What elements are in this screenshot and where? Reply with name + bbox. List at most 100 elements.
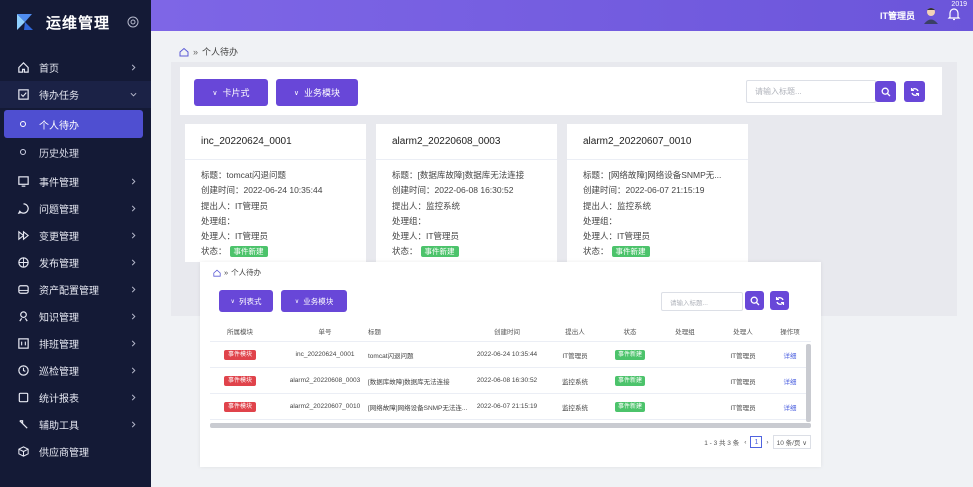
sidebar-item-label: 资产配置管理: [39, 286, 99, 297]
sidebar-item-knowledge[interactable]: 知识管理: [0, 303, 151, 330]
page-size-select[interactable]: 10 条/页 ∨: [772, 435, 811, 449]
sidebar-item-tools[interactable]: 辅助工具: [0, 411, 151, 438]
refresh-button[interactable]: [904, 81, 925, 102]
chevron-down-icon: ∨: [294, 298, 300, 305]
col-header: 处理人: [733, 328, 753, 336]
title-cell: tomcat闪退问题: [368, 352, 414, 360]
no-cell: alarm2_20220607_0010: [289, 403, 361, 410]
sidebar-item-label: 问题管理: [39, 205, 79, 216]
chevron-down-icon: ∨: [293, 89, 300, 97]
wrench-icon: [19, 420, 28, 429]
detail-link[interactable]: 详细: [775, 350, 805, 360]
sidebar-item-label: 供应商管理: [39, 448, 89, 459]
created-cell: 2022-06-07 21:15:19: [476, 403, 538, 410]
box-icon: [18, 446, 29, 457]
chevron-right-icon: [131, 205, 136, 212]
horizontal-scrollbar[interactable]: [210, 423, 811, 428]
status-badge: 事件新建: [229, 246, 268, 258]
status-badge: 事件新建: [614, 375, 645, 386]
todo-card[interactable]: inc_20220624_0001 标题：tomcat闪退问题 创建时间：202…: [185, 124, 366, 262]
search-input[interactable]: 请输入标题...: [746, 80, 876, 103]
search-button[interactable]: [875, 81, 896, 102]
detail-link[interactable]: 详细: [775, 402, 805, 412]
todo-card[interactable]: alarm2_20220607_0010 标题：[网络故障]网络设备SNMP无.…: [567, 124, 748, 262]
refresh-icon: [775, 296, 784, 305]
sidebar-menu: 首页 待办任务 个人待办 历史处理 事件管理 问题管理 变更管理 发布管理 资产…: [0, 54, 151, 465]
card-id: alarm2_20220607_0010: [567, 124, 748, 160]
sidebar-sub-history[interactable]: 历史处理: [0, 138, 151, 166]
sidebar-item-schedule[interactable]: 排班管理: [0, 330, 151, 357]
drive-icon: [18, 285, 29, 294]
pagination-total: 1 - 3 共 3 条: [704, 440, 740, 447]
card-view-button[interactable]: ∨ 卡片式: [194, 79, 268, 106]
card-status-label: 状态：: [392, 246, 418, 257]
list-module-button[interactable]: ∨ 业务模块: [281, 290, 347, 312]
table-row[interactable]: 事件模块 alarm2_20220608_0003 [数据库故障]数据库无法连接…: [210, 368, 811, 394]
home-icon[interactable]: [213, 269, 221, 277]
home-icon[interactable]: [179, 47, 189, 57]
sidebar-sub-label: 历史处理: [39, 148, 79, 160]
bell-icon[interactable]: [947, 6, 961, 21]
col-header: 操作项: [780, 328, 800, 336]
detail-link[interactable]: 详细: [775, 376, 805, 386]
card-body: 标题：[数据库故障]数据库无法连接 创建时间：2022-06-08 16:30:…: [376, 160, 557, 260]
title-cell: [网络故障]网络设备SNMP无法连...: [368, 404, 468, 412]
sidebar-sub-personal-todo[interactable]: 个人待办: [4, 110, 143, 138]
list-view-button[interactable]: ∨ 列表式: [219, 290, 273, 312]
sidebar-item-home[interactable]: 首页: [0, 54, 151, 81]
collapse-icon[interactable]: [127, 16, 139, 28]
no-cell: inc_20220624_0001: [295, 351, 355, 358]
card-group: 处理组：: [201, 215, 236, 226]
sidebar-item-label: 知识管理: [39, 313, 79, 324]
card-handler: 处理人：IT管理员: [392, 231, 460, 242]
module-badge: 事件模块: [223, 375, 256, 386]
sidebar-item-label: 辅助工具: [39, 421, 79, 432]
sidebar-item-label: 统计报表: [39, 394, 79, 405]
chevron-right-icon: [131, 421, 136, 428]
sidebar-item-supplier[interactable]: 供应商管理: [0, 438, 151, 465]
app-title: 运维管理: [46, 14, 111, 32]
sidebar-item-label: 事件管理: [39, 178, 79, 189]
sidebar-item-todo[interactable]: 待办任务: [0, 81, 151, 108]
submitter-cell: 监控系统: [562, 404, 588, 412]
table-row[interactable]: 事件模块 inc_20220624_0001 tomcat闪退问题 2022-0…: [210, 342, 811, 368]
submitter-cell: IT管理员: [562, 352, 588, 360]
sidebar-item-label: 待办任务: [39, 91, 79, 102]
list-search-input[interactable]: 请输入标题...: [661, 292, 743, 311]
sidebar-item-change[interactable]: 变更管理: [0, 222, 151, 249]
user-name[interactable]: IT管理员: [880, 9, 915, 22]
list-refresh-button[interactable]: [770, 291, 789, 310]
fast-forward-icon: [18, 230, 30, 241]
notification-badge: 2019: [951, 1, 967, 8]
sidebar-item-event[interactable]: 事件管理: [0, 168, 151, 195]
chevron-right-icon: [131, 286, 136, 293]
prev-page-button[interactable]: ‹: [744, 439, 746, 446]
list-search-button[interactable]: [745, 291, 764, 310]
table-row[interactable]: 事件模块 alarm2_20220607_0010 [网络故障]网络设备SNMP…: [210, 394, 811, 420]
sidebar-item-label: 首页: [39, 64, 59, 75]
sidebar-item-release[interactable]: 发布管理: [0, 249, 151, 276]
todo-card[interactable]: alarm2_20220608_0003 标题：[数据库故障]数据库无法连接 创…: [376, 124, 557, 262]
logo-icon: [17, 14, 33, 30]
col-header: 提出人: [565, 328, 585, 336]
chevron-right-icon: [131, 259, 136, 266]
page-number-button[interactable]: 1: [750, 436, 763, 448]
status-cell: 事件新建: [610, 401, 650, 412]
avatar[interactable]: [921, 5, 941, 25]
module-button[interactable]: ∨ 业务模块: [276, 79, 358, 106]
sidebar-item-problem[interactable]: 问题管理: [0, 195, 151, 222]
square-icon: [18, 392, 29, 403]
module-badge: 事件模块: [223, 349, 256, 360]
card-body: 标题：[网络故障]网络设备SNMP无... 创建时间：2022-06-07 21…: [567, 160, 748, 260]
checkbox-icon: [18, 89, 29, 100]
chevron-down-icon: ∨: [212, 89, 218, 97]
module-cell: 事件模块: [210, 401, 270, 412]
sidebar-item-report[interactable]: 统计报表: [0, 384, 151, 411]
sidebar-item-asset[interactable]: 资产配置管理: [0, 276, 151, 303]
sidebar-item-inspection[interactable]: 巡检管理: [0, 357, 151, 384]
table-header: 所属模块 单号 标题 创建时间 提出人 状态 处理组 处理人 操作项: [210, 320, 811, 342]
card-status-row: 状态： 事件新建: [201, 244, 366, 259]
user-icon: [19, 311, 28, 322]
next-page-button[interactable]: ›: [766, 439, 768, 446]
vertical-scrollbar[interactable]: [806, 344, 811, 422]
